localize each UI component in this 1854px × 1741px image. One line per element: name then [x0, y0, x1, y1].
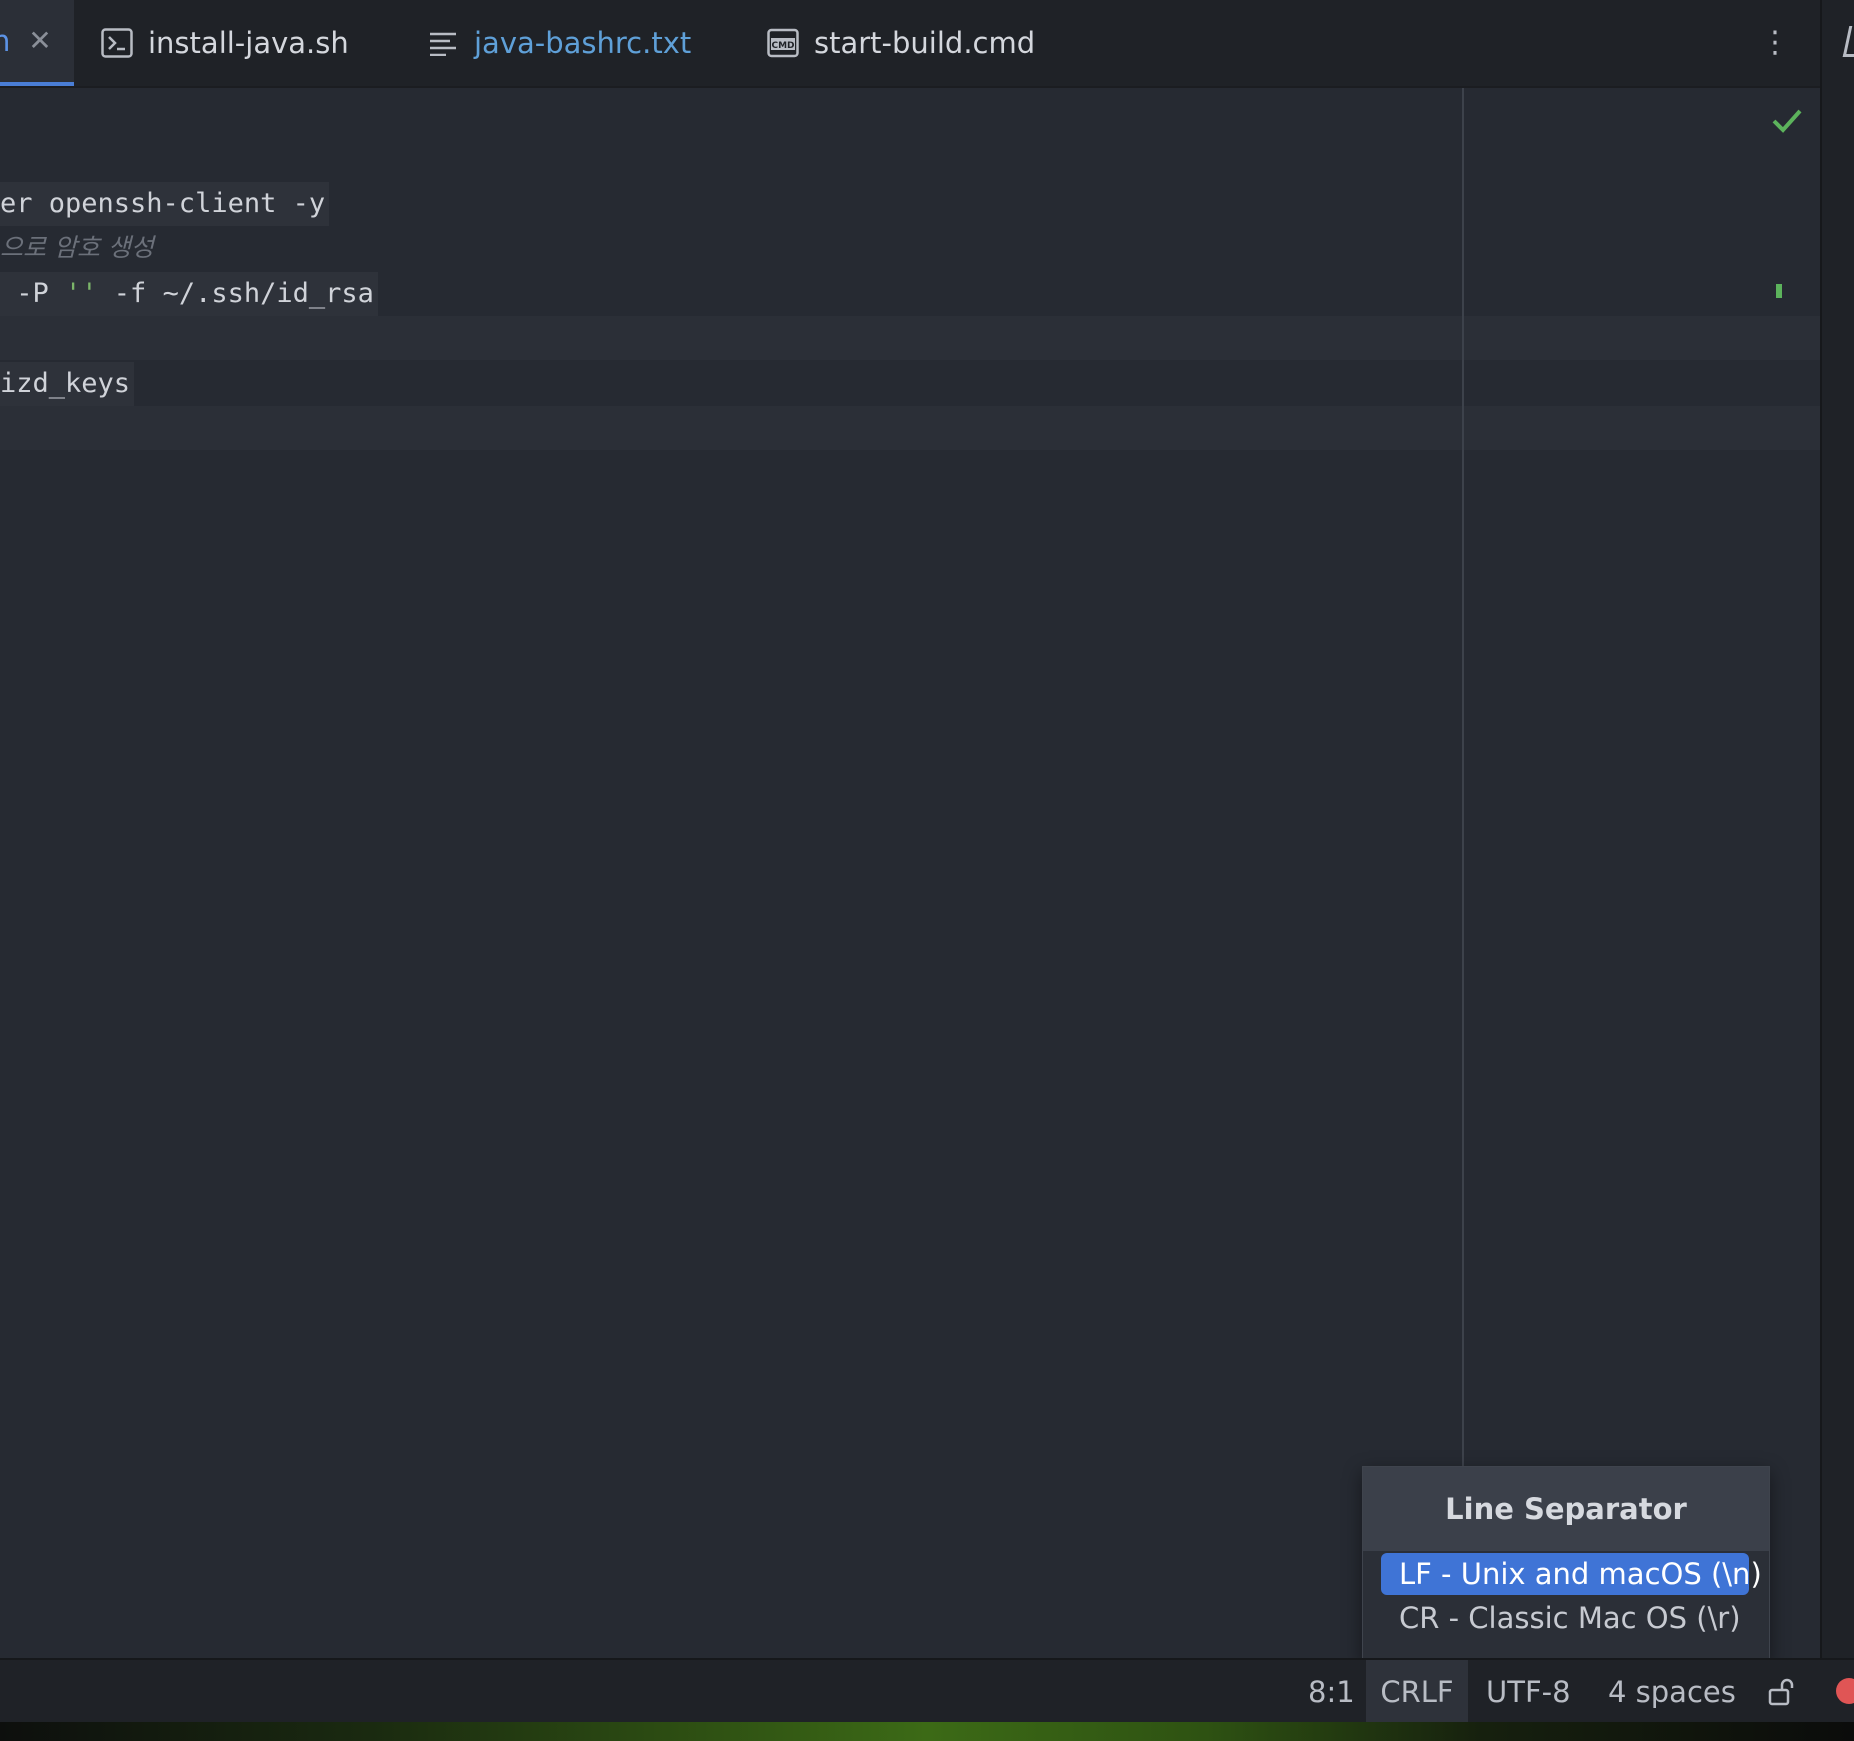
error-indicator-icon[interactable]: [1836, 1678, 1854, 1704]
line-separator-popup: Line Separator LF - Unix and macOS (\n) …: [1362, 1466, 1770, 1662]
line-separator-widget[interactable]: CRLF: [1366, 1660, 1468, 1724]
right-tool-strip: [1820, 0, 1854, 1741]
code-line: izd_keys: [0, 362, 135, 406]
more-options-icon[interactable]: ⋮: [1760, 22, 1790, 64]
code-text: -P: [0, 278, 66, 309]
unlock-icon[interactable]: [1768, 1678, 1796, 1706]
tab-label: java-bashrc.txt: [474, 26, 692, 60]
desktop-background: [0, 1722, 1854, 1741]
tool-window-icon[interactable]: [1842, 26, 1854, 57]
svg-text:CMD: CMD: [771, 41, 794, 51]
tab-label: install-java.sh: [148, 26, 349, 60]
editor-tab-bar: n ✕ install-java.sh java-bashrc.txt CMD …: [0, 0, 1820, 88]
code-line: -P '' -f ~/.ssh/id_rsa: [0, 272, 378, 316]
checkmark-icon[interactable]: [1770, 106, 1804, 136]
text-lines-icon: [426, 26, 460, 60]
code-comment-line: 으로 암호 생성: [0, 233, 154, 262]
tab-label: n: [0, 24, 11, 58]
right-margin-guide: [1462, 88, 1464, 1466]
close-icon[interactable]: ✕: [26, 24, 54, 58]
tab-install-java[interactable]: install-java.sh: [100, 0, 349, 86]
encoding-widget[interactable]: UTF-8: [1486, 1660, 1571, 1724]
line-highlight: [0, 406, 1820, 450]
popup-item-lf[interactable]: LF - Unix and macOS (\n): [1381, 1553, 1762, 1595]
popup-title: Line Separator: [1363, 1467, 1769, 1551]
line-highlight: [0, 316, 1820, 360]
tab-label: start-build.cmd: [814, 26, 1036, 60]
popup-item-cr[interactable]: CR - Classic Mac OS (\r): [1381, 1597, 1749, 1639]
tab-active-file[interactable]: n ✕: [0, 0, 74, 86]
status-bar: 8:1 CRLF UTF-8 4 spaces: [0, 1658, 1854, 1724]
code-editor[interactable]: er openssh-client -y 으로 암호 생성 -P '' -f ~…: [0, 88, 1820, 1658]
ide-window: n ✕ install-java.sh java-bashrc.txt CMD …: [0, 0, 1854, 1741]
code-string: '': [65, 278, 98, 309]
code-line: er openssh-client -y: [0, 182, 330, 226]
cmd-file-icon: CMD: [766, 26, 800, 60]
change-marker[interactable]: [1776, 284, 1782, 298]
tab-java-bashrc[interactable]: java-bashrc.txt: [426, 0, 691, 86]
code-text: -f ~/.ssh/id_rsa: [97, 278, 374, 309]
terminal-icon: [100, 26, 134, 60]
caret-position[interactable]: 8:1: [1308, 1660, 1355, 1724]
indent-widget[interactable]: 4 spaces: [1608, 1660, 1736, 1724]
tab-start-build[interactable]: CMD start-build.cmd: [766, 0, 1035, 86]
